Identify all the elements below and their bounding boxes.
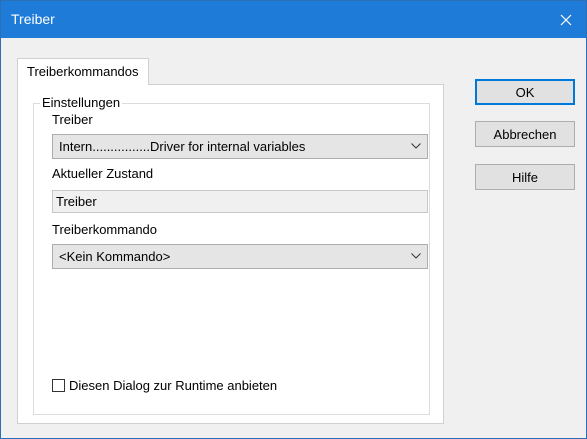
runtime-checkbox-label: Diesen Dialog zur Runtime anbieten	[69, 378, 278, 393]
checkbox-box[interactable]	[52, 379, 65, 392]
title-bar: Treiber	[1, 1, 586, 38]
dialog-window: Treiber Treiberkommandos Einstellungen T…	[0, 0, 587, 439]
driver-command-select[interactable]: <Kein Kommando>	[52, 244, 428, 269]
close-icon	[560, 14, 572, 25]
close-button[interactable]	[546, 1, 586, 38]
chevron-down-icon	[411, 143, 421, 149]
current-state-label: Aktueller Zustand	[52, 166, 154, 181]
current-state-field[interactable]: Treiber	[52, 190, 428, 213]
tab-treiberkommandos[interactable]: Treiberkommandos	[17, 58, 149, 85]
window-title: Treiber	[11, 11, 55, 27]
driver-select-value: Intern................Driver for interna…	[59, 139, 306, 154]
runtime-checkbox[interactable]: Diesen Dialog zur Runtime anbieten	[52, 378, 277, 393]
settings-groupbox: Einstellungen Treiber Intern............…	[33, 95, 430, 415]
chevron-down-icon	[411, 253, 421, 259]
driver-select[interactable]: Intern................Driver for interna…	[52, 134, 428, 159]
groupbox-legend: Einstellungen	[40, 95, 123, 110]
current-state-value: Treiber	[56, 194, 97, 209]
tab-panel: Einstellungen Treiber Intern............…	[17, 84, 444, 424]
driver-label: Treiber	[52, 112, 93, 127]
driver-command-label: Treiberkommando	[52, 222, 158, 237]
driver-command-select-value: <Kein Kommando>	[59, 249, 171, 264]
cancel-button[interactable]: Abbrechen	[475, 121, 575, 147]
help-button[interactable]: Hilfe	[475, 164, 575, 190]
ok-button[interactable]: OK	[475, 79, 575, 105]
